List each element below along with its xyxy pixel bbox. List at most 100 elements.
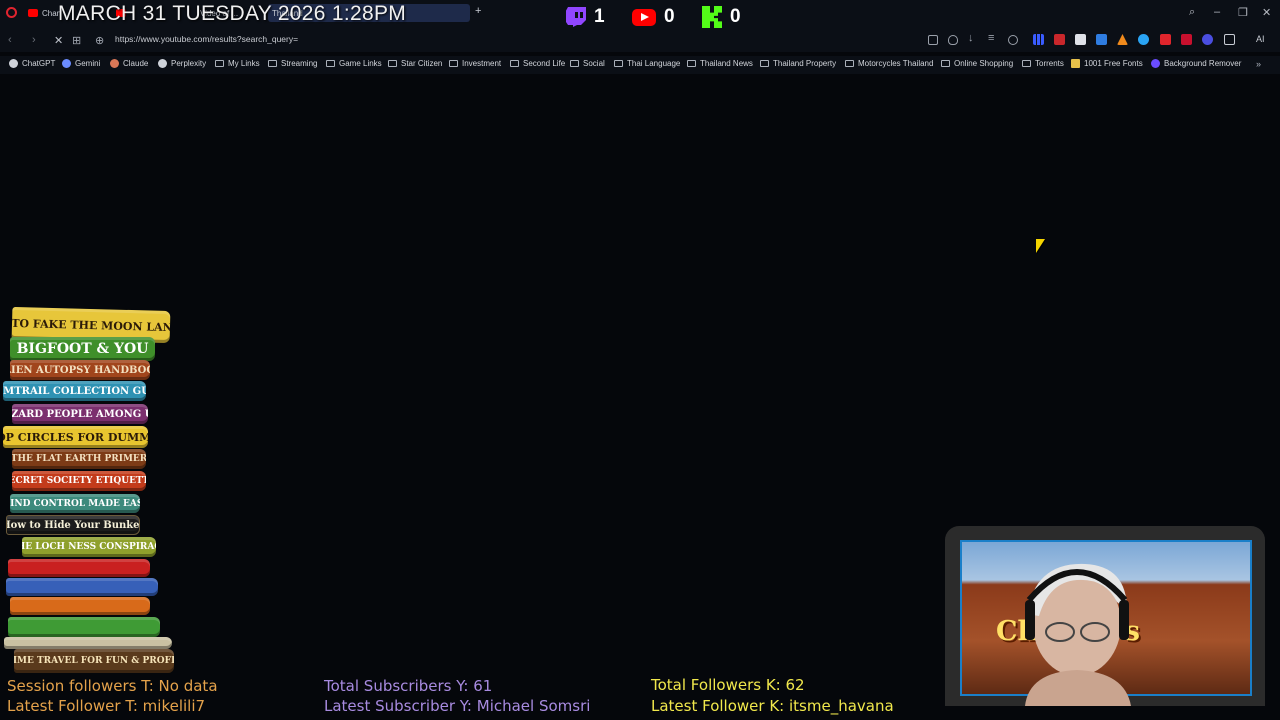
webcam-overlay: Chan za's [945, 526, 1265, 706]
bookmark-folder-online-shopping[interactable]: Online Shopping [941, 59, 1013, 68]
mouse-cursor-icon [1036, 239, 1045, 253]
latest-follower-kick: Latest Follower K: itsme_havana [651, 697, 894, 715]
bookmark-chatgpt[interactable]: ChatGPT [9, 59, 55, 68]
bookmark-folder-second-life[interactable]: Second Life [510, 59, 565, 68]
book-3: ALIEN AUTOPSY HANDBOOK [10, 360, 150, 380]
bookmark-folder-thai-language[interactable]: Thai Language [614, 59, 680, 68]
vlc-icon[interactable] [1117, 34, 1128, 45]
shield-extension-icon[interactable] [1138, 34, 1149, 45]
opera-menu-icon[interactable] [6, 7, 17, 18]
book-8: SECRET SOCIETY ETIQUETTE [12, 471, 146, 491]
folder-icon [215, 60, 224, 67]
menu-icon[interactable]: ≡ [988, 32, 994, 44]
bookmark-label: Thai Language [627, 59, 681, 68]
bookmark-label: Motorcycles Thailand [858, 59, 934, 68]
book-10: How to Hide Your Bunker [6, 515, 140, 535]
youtube-icon [632, 8, 656, 26]
youtube-counter: 0 [632, 6, 675, 28]
bookmark-folder-my-links[interactable]: My Links [215, 59, 260, 68]
total-followers-kick: Total Followers K: 62 [651, 676, 805, 694]
url-field[interactable]: https://www.youtube.com/results?search_q… [115, 34, 298, 44]
book-title: BIGFOOT & YOU [16, 341, 149, 357]
minimize-icon[interactable]: – [1214, 6, 1220, 18]
apps-grid-icon[interactable] [1033, 34, 1044, 45]
bookmark-folder-thailand-property[interactable]: Thailand Property [760, 59, 836, 68]
youtube-favicon-icon [28, 9, 38, 17]
streamer-avatar [1025, 563, 1131, 706]
address-bar: ‹ › ✕ ⊞ ⊕ https://www.youtube.com/result… [0, 28, 1280, 52]
bookmark-folder-torrents[interactable]: Torrents [1022, 59, 1064, 68]
book-title: ALIEN AUTOPSY HANDBOOK [10, 364, 150, 376]
bookmark-claude[interactable]: Claude [110, 59, 148, 68]
bookmark-label: Thailand Property [773, 59, 837, 68]
latest-follower-twitch: Latest Follower T: mikelili7 [7, 697, 206, 715]
book-title: MIND CONTROL MADE EASY [10, 498, 140, 509]
camera-icon[interactable] [928, 35, 938, 45]
session-followers-twitch: Session followers T: No data [7, 677, 218, 695]
total-subscribers-youtube: Total Subscribers Y: 61 [324, 677, 493, 695]
latest-subscriber-youtube: Latest Subscriber Y: Michael Somsri [324, 697, 591, 715]
pdf-icon[interactable] [1160, 34, 1171, 45]
bookmark-folder-social[interactable]: Social [570, 59, 605, 68]
extension-blue-icon[interactable] [1202, 34, 1213, 45]
bookmark-label: ChatGPT [22, 59, 56, 68]
bookmark-perplexity[interactable]: Perplexity [158, 59, 206, 68]
new-tab-icon[interactable]: + [475, 5, 481, 17]
book-14 [10, 597, 150, 615]
twitch-counter: 1 [566, 6, 605, 28]
book-13 [6, 578, 158, 596]
folder-icon [268, 60, 277, 67]
easy-setup-icon[interactable]: ⊞ [72, 34, 81, 47]
book-title: SECRET SOCIETY ETIQUETTE [12, 476, 146, 486]
claude-icon [110, 59, 119, 68]
layers-icon[interactable] [1075, 34, 1086, 45]
bookmark-gemini[interactable]: Gemini [62, 59, 100, 68]
restore-icon[interactable]: ❐ [1238, 6, 1248, 19]
background-remover-icon [1151, 59, 1160, 68]
bookmark-folder-streaming[interactable]: Streaming [268, 59, 317, 68]
kick-count: 0 [730, 6, 741, 27]
bookmark-folder-star-citizen[interactable]: Star Citizen [388, 59, 442, 68]
close-icon[interactable]: ✕ [1262, 6, 1271, 19]
book-6: CROP CIRCLES FOR DUMMIES [3, 426, 148, 448]
bookmark-background-remover[interactable]: Background Remover [1151, 59, 1241, 68]
extension-red-2-icon[interactable] [1181, 34, 1192, 45]
book-16 [4, 637, 172, 649]
book-12 [8, 559, 150, 577]
bookmark-folder-motorcycles-thailand[interactable]: Motorcycles Thailand [845, 59, 933, 68]
shield-icon[interactable] [948, 35, 958, 45]
book-title: CHEMTRAIL COLLECTION GUIDE [3, 385, 146, 397]
back-icon[interactable]: ‹ [8, 34, 12, 46]
ai-assistant-icon[interactable]: AI [1256, 34, 1265, 44]
perplexity-icon [158, 59, 167, 68]
book-5: LIZARD PEOPLE AMONG US [12, 404, 148, 424]
folder-icon [614, 60, 623, 67]
bookmark-label: Second Life [523, 59, 566, 68]
search-tabs-icon[interactable]: ⌕ [1189, 6, 1195, 19]
folder-icon [845, 60, 854, 67]
site-info-icon[interactable]: ⊕ [95, 34, 104, 47]
extensions-cube-icon[interactable] [1224, 34, 1235, 45]
translate-icon[interactable] [1096, 34, 1107, 45]
bookmark-folder-thailand-news[interactable]: Thailand News [687, 59, 753, 68]
bookmark-label: Investment [462, 59, 502, 68]
forward-icon[interactable]: › [32, 34, 36, 46]
stop-loading-icon[interactable]: ✕ [54, 34, 63, 47]
bookmark-folder-investment[interactable]: Investment [449, 59, 501, 68]
folder-icon [388, 60, 397, 67]
bookmark-label: Star Citizen [401, 59, 443, 68]
bookmark-1001-free-fonts[interactable]: 1001 Free Fonts [1071, 59, 1143, 68]
bookmark-folder-game-links[interactable]: Game Links [326, 59, 382, 68]
book-9: MIND CONTROL MADE EASY [10, 494, 140, 513]
extension-red-icon[interactable] [1054, 34, 1065, 45]
bookmark-label: Thailand News [700, 59, 753, 68]
twitch-icon [566, 7, 586, 27]
book-title: CROP CIRCLES FOR DUMMIES [3, 430, 148, 444]
folder-icon [326, 60, 335, 67]
download-icon[interactable]: ↓ [968, 32, 974, 44]
bookmarks-overflow-icon[interactable]: » [1256, 59, 1261, 69]
account-icon[interactable] [1008, 35, 1018, 45]
book-title: TIME TRAVEL FOR FUN & PROFIT [14, 656, 174, 666]
fonts-icon [1071, 59, 1080, 68]
book-title: How to Hide Your Bunker [6, 519, 140, 531]
